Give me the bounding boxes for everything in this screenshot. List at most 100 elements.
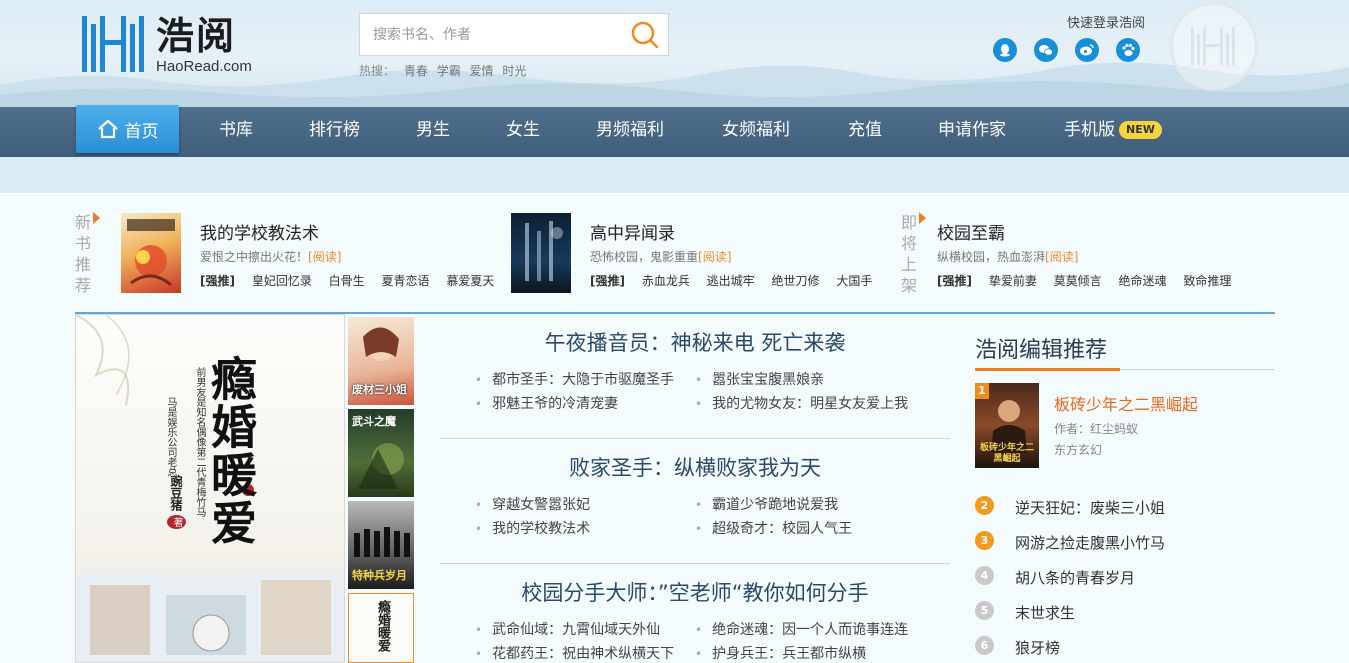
- thumb-title: 废材三小姐: [352, 383, 407, 396]
- tag-link[interactable]: 白骨生: [329, 274, 365, 288]
- tag-link[interactable]: 挚爱前妻: [989, 274, 1037, 288]
- home-icon: [97, 119, 118, 139]
- baidu-login-icon[interactable]: [1116, 38, 1140, 62]
- topic-title[interactable]: 败家圣手：纵横败家我为天: [440, 452, 950, 482]
- cover-author-suffix: 著: [167, 515, 186, 529]
- recommend-title: 浩阅编辑推荐: [975, 338, 1108, 363]
- topic-link[interactable]: 花都药王：祝由神术纵横天下: [475, 643, 674, 663]
- topic-link[interactable]: 武命仙域：九霄仙域天外仙: [475, 619, 660, 639]
- recommend-top-title[interactable]: 板砖少年之二黑崛起: [1054, 391, 1198, 415]
- nav-recharge[interactable]: 充值: [848, 107, 882, 157]
- rank-number: 2: [975, 496, 994, 515]
- tag-list: [强推] 赤血龙兵 逃出城牢 绝世刀修 大国手: [590, 272, 885, 289]
- featured-thumb[interactable]: 武斗之魔: [348, 409, 414, 497]
- tag-list: [强推] 挚爱前妻 莫莫倾言 绝命迷魂 致命推理: [937, 272, 1244, 289]
- featured-thumb[interactable]: 瘾婚暖爱: [348, 593, 414, 663]
- topic-link[interactable]: 超级奇才：校园人气王: [695, 518, 852, 538]
- cover-art: [525, 221, 563, 281]
- rank-title[interactable]: 胡八条的青春岁月: [1015, 567, 1135, 588]
- tag-link[interactable]: 绝命迷魂: [1119, 274, 1167, 288]
- book-desc: 纵横校园，热血澎湃[阅读]: [937, 248, 1078, 265]
- topic-title[interactable]: 午夜播音员：神秘来电 死亡来袭: [440, 327, 950, 357]
- hot-keyword[interactable]: 时光: [502, 64, 526, 78]
- book-cover[interactable]: [121, 213, 181, 293]
- upcoming-label: 即将上架: [900, 213, 917, 295]
- rank-title[interactable]: 逆天狂妃：废柴三小姐: [1015, 497, 1165, 518]
- nav-mobile[interactable]: 手机版 NEW: [1064, 107, 1162, 157]
- topic-link[interactable]: 我的学校教法术: [475, 518, 590, 538]
- topic-link[interactable]: 邪魅王爷的冷清宠妻: [475, 393, 618, 413]
- qq-login-icon[interactable]: [993, 38, 1017, 62]
- new-books-label: 新书推荐: [74, 213, 91, 295]
- tag-link[interactable]: 逃出城牢: [707, 274, 755, 288]
- search-input[interactable]: [360, 14, 618, 55]
- topic-link[interactable]: 穿越女警嚣张妃: [475, 494, 590, 514]
- main-nav: 首页 书库 排行榜 男生 女生 男频福利 女频福利 充值 申请作家 手机版 NEW: [0, 105, 1349, 157]
- wechat-login-icon[interactable]: [1034, 38, 1058, 62]
- recommend-top-author: 作者：红尘蚂蚁: [1054, 422, 1139, 436]
- topic-link[interactable]: 都市圣手：大隐于市驱魔圣手: [475, 369, 674, 389]
- nav-home[interactable]: 首页: [76, 105, 179, 153]
- nav-apply-author[interactable]: 申请作家: [938, 107, 1006, 157]
- nav-male-benefits[interactable]: 男频福利: [596, 107, 664, 157]
- book-title[interactable]: 我的学校教法术: [200, 219, 319, 244]
- tag-list: [强推] 皇妃回忆录 白骨生 夏青恋语 慕爱夏天: [200, 272, 507, 289]
- book-cover[interactable]: [511, 213, 571, 293]
- nav-male[interactable]: 男生: [416, 107, 450, 157]
- tag-link[interactable]: 绝世刀修: [772, 274, 820, 288]
- nav-rankings[interactable]: 排行榜: [309, 107, 360, 157]
- nav-female-benefits[interactable]: 女频福利: [722, 107, 790, 157]
- cover-author: 豌豆猪著: [166, 475, 186, 529]
- rank-title[interactable]: 末世求生: [1015, 602, 1075, 623]
- topic-divider: [440, 438, 950, 439]
- cover-subtitle: 马是娱乐公司老总: [165, 397, 176, 477]
- cover-tagline: 前男友是知名偶像第二代青梅竹马: [194, 367, 205, 517]
- thumb-title: 瘾婚暖爱: [375, 600, 390, 652]
- book-title[interactable]: 校园至霸: [937, 219, 1005, 244]
- banner-band: [0, 157, 1349, 193]
- featured-thumb[interactable]: 废材三小姐: [348, 317, 414, 405]
- nav-female[interactable]: 女生: [506, 107, 540, 157]
- rank-title[interactable]: 网游之捡走腹黑小竹马: [1015, 532, 1165, 553]
- topic-title[interactable]: 校园分手大师：”空老师“教你如何分手: [440, 577, 950, 607]
- thumb-title: 特种兵岁月: [352, 569, 407, 582]
- hot-keyword[interactable]: 学霸: [437, 64, 461, 78]
- book-title[interactable]: 高中异闻录: [590, 219, 675, 244]
- recommend-top-cover[interactable]: 1 板砖少年之二黑崛起: [975, 383, 1039, 468]
- featured-thumb[interactable]: 特种兵岁月: [348, 501, 414, 589]
- weibo-login-icon[interactable]: [1075, 38, 1099, 62]
- topic-link[interactable]: 我的尤物女友：明星女友爱上我: [695, 393, 908, 413]
- site-logo[interactable]: 浩阅 HaoRead.com: [80, 12, 270, 78]
- tag-link[interactable]: 赤血龙兵: [642, 274, 690, 288]
- search-icon[interactable]: [630, 20, 660, 50]
- cover-author-name: 豌豆猪: [169, 475, 183, 511]
- hot-searches: 热搜： 青春 学霸 爱情 时光: [359, 62, 531, 79]
- featured-cover[interactable]: 瘾婚暖爱 前男友是知名偶像第二代青梅竹马 马是娱乐公司老总 豌豆猪著: [75, 314, 345, 663]
- read-link[interactable]: [阅读]: [698, 250, 731, 264]
- topic-link[interactable]: 绝命迷魂：因一个人而诡事连连: [695, 619, 908, 639]
- tag-link[interactable]: 大国手: [836, 274, 872, 288]
- topic-link[interactable]: 嚣张宝宝腹黑娘亲: [695, 369, 824, 389]
- tag-link[interactable]: 致命推理: [1183, 274, 1231, 288]
- quick-login-label: 快速登录浩阅: [1067, 16, 1146, 31]
- tag-link[interactable]: 夏青恋语: [382, 274, 430, 288]
- rank-number: 4: [975, 566, 994, 585]
- nav-library[interactable]: 书库: [219, 107, 253, 157]
- topic-link[interactable]: 护身兵王：兵王都市纵横: [695, 643, 866, 663]
- new-badge: NEW: [1119, 121, 1162, 139]
- topic-divider: [440, 563, 950, 564]
- haoread-logo-icon: [82, 16, 144, 72]
- rank-title[interactable]: 狼牙榜: [1015, 637, 1060, 658]
- rank-number: 3: [975, 531, 994, 550]
- read-link[interactable]: [阅读]: [1045, 250, 1078, 264]
- hot-keyword[interactable]: 青春: [404, 64, 428, 78]
- watermark-logo: [1170, 2, 1258, 90]
- book-desc: 爱恨之中擦出火花！[阅读]: [200, 248, 341, 265]
- topic-link[interactable]: 霸道少爷跪地说爱我: [695, 494, 838, 514]
- tag-link[interactable]: 莫莫倾言: [1054, 274, 1102, 288]
- tag-link[interactable]: 慕爱夏天: [446, 274, 494, 288]
- hot-keyword[interactable]: 爱情: [470, 64, 494, 78]
- rank-number: 5: [975, 601, 994, 620]
- read-link[interactable]: [阅读]: [308, 250, 341, 264]
- tag-link[interactable]: 皇妃回忆录: [252, 274, 312, 288]
